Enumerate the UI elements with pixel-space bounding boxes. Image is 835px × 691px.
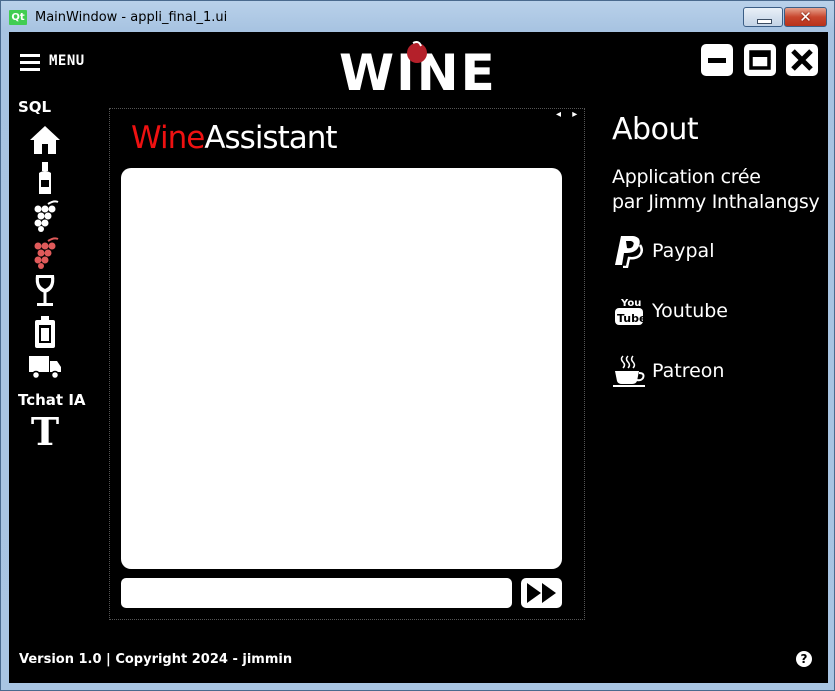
battery-icon[interactable]: [27, 315, 63, 349]
bottle-icon[interactable]: [27, 161, 63, 195]
text-t-icon[interactable]: T: [27, 409, 63, 454]
youtube-label: Youtube: [652, 300, 728, 322]
chat-title-wine: Wine: [131, 120, 205, 156]
about-line-1: Application crée: [612, 166, 761, 188]
menu-label: MENU: [49, 53, 85, 69]
window-frame: Qt MainWindow - appli_final_1.ui ✕ MENU …: [0, 0, 835, 691]
hamburger-icon: [20, 54, 40, 71]
paypal-icon: [612, 233, 646, 269]
os-minimize-button[interactable]: [743, 7, 783, 27]
grape-white-icon[interactable]: [27, 198, 63, 232]
main-content: MENU WINE SQL Tchat IA T ◂ ▸ WineAssista…: [9, 32, 828, 683]
youtube-link[interactable]: You Tube Youtube: [612, 293, 728, 329]
close-icon: [791, 49, 813, 71]
home-icon[interactable]: [27, 123, 63, 157]
window-titlebar[interactable]: Qt MainWindow - appli_final_1.ui ✕: [1, 1, 834, 33]
truck-icon[interactable]: [27, 350, 63, 384]
maximize-icon: [749, 50, 771, 70]
scroll-arrows-icon[interactable]: ◂ ▸: [556, 109, 581, 120]
os-close-button[interactable]: ✕: [784, 7, 827, 27]
coffee-cup-icon: [612, 353, 646, 389]
wine-logo: WINE: [339, 41, 495, 94]
about-title: About: [612, 112, 699, 147]
minimize-icon: [708, 58, 726, 63]
footer-copyright: Version 1.0 | Copyright 2024 - jimmin: [19, 652, 293, 667]
minimize-button[interactable]: [701, 44, 733, 76]
maximize-button[interactable]: [744, 44, 776, 76]
patreon-link[interactable]: Patreon: [612, 353, 724, 389]
chat-messages-area[interactable]: [121, 168, 562, 569]
help-icon[interactable]: ?: [796, 651, 812, 667]
about-line-2: par Jimmy Inthalangsy: [612, 191, 820, 213]
chat-title: WineAssistant: [131, 120, 338, 156]
qt-logo-icon: Qt: [9, 10, 27, 25]
fast-forward-icon: [526, 583, 556, 603]
chat-title-assistant: Assistant: [204, 120, 337, 156]
patreon-label: Patreon: [652, 360, 725, 382]
close-icon: ✕: [799, 8, 812, 26]
wine-glass-icon[interactable]: [27, 274, 63, 308]
svg-text:You: You: [620, 298, 641, 309]
svg-text:Tube: Tube: [617, 312, 645, 325]
chat-heading: Tchat IA: [18, 391, 86, 409]
paypal-label: Paypal: [652, 240, 715, 262]
chat-input[interactable]: [121, 578, 512, 608]
window-title: MainWindow - appli_final_1.ui: [35, 10, 228, 25]
close-button[interactable]: [786, 44, 818, 76]
youtube-icon: You Tube: [612, 293, 646, 329]
paypal-link[interactable]: Paypal: [612, 233, 714, 269]
send-button[interactable]: [521, 578, 562, 608]
sql-heading: SQL: [18, 98, 52, 116]
grape-red-icon[interactable]: [27, 235, 63, 269]
